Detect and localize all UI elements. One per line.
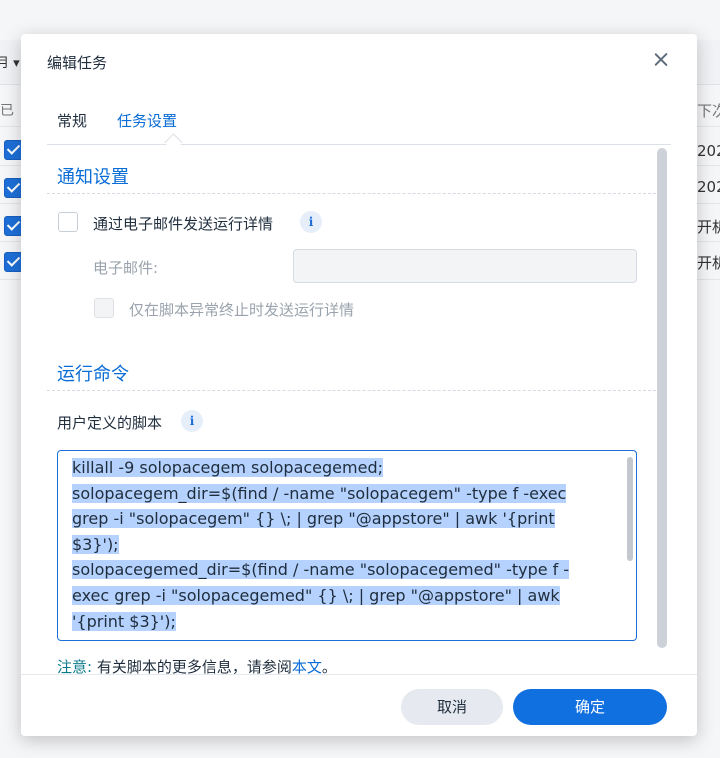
note-link[interactable]: 本文 [292,658,322,674]
script-line-text: killall -9 solopacegem solopacegemed; [72,458,383,477]
script-line: solopacegem_dir=$(find / -name "solopace… [72,481,602,507]
script-line: grep -i "solopacegem" {} \; | grep "@app… [72,506,602,532]
tab-bar: 常规 任务设置 [47,110,671,152]
section-divider [47,193,659,194]
background-right-value: 开机 [697,218,720,236]
script-line-text: '{print $3}'); [72,611,176,631]
script-scrollbar[interactable] [627,457,633,561]
script-content: killall -9 solopacegem solopacegemed; so… [72,455,602,634]
background-right-value: 2023 [697,178,720,196]
notification-section-title: 通知设置 [57,167,129,188]
dialog-title: 编辑任务 [47,54,108,72]
abnormal-only-label: 仅在脚本异常终止时发送运行详情 [129,301,355,319]
script-label: 用户定义的脚本 [57,414,163,432]
script-line-text: exec grep -i "solopacegemed" {} \; | gre… [72,585,560,605]
background-right-header: 下次运 [697,102,720,120]
script-textarea[interactable]: killall -9 solopacegem solopacegemed; so… [57,450,637,641]
section-divider [47,390,659,391]
info-icon[interactable]: i [300,211,322,233]
background-column-header: 已 [0,103,14,119]
note-text: 有关脚本的更多信息，请参阅 [92,658,292,674]
script-line-text: grep -i "solopacegem" {} \; | grep "@app… [72,509,555,529]
script-line: exec grep -i "solopacegemed" {} \; | gre… [72,583,602,609]
script-line: $3}'); [72,532,602,558]
script-line-text: solopacegem_dir=$(find / -name "solopace… [72,483,567,503]
send-email-checkbox[interactable] [58,212,78,232]
email-field[interactable] [293,249,637,283]
script-note: 注意: 有关脚本的更多信息，请参阅本文。 [57,656,337,674]
script-line: '{print $3}'); [72,609,602,635]
script-line-text: $3}'); [72,534,119,554]
background-right-value: 2023 [697,142,720,160]
edit-task-dialog: 编辑任务 常规 任务设置 通知设置 通过电子邮件发送运行详情 i 电子邮件: 仅… [21,34,697,736]
ok-button[interactable]: 确定 [513,689,667,725]
script-line: solopacegemed_dir=$(find / -name "solopa… [72,557,602,583]
background-right-value: 开机 [697,254,720,272]
script-line: killall -9 solopacegem solopacegemed; [72,455,602,481]
dialog-scrollbar[interactable] [657,148,667,648]
task-settings-panel: 通知设置 通过电子邮件发送运行详情 i 电子邮件: 仅在脚本异常终止时发送运行详… [47,146,659,674]
abnormal-only-checkbox[interactable] [94,298,114,318]
note-prefix: 注意: [57,658,93,674]
script-line-text: solopacegemed_dir=$(find / -name "solopa… [72,560,570,580]
run-command-section-title: 运行命令 [57,364,129,385]
note-suffix: 。 [321,658,337,674]
send-email-label: 通过电子邮件发送运行详情 [93,215,274,233]
close-icon[interactable] [649,48,673,72]
info-icon[interactable]: i [181,410,203,432]
cancel-button[interactable]: 取消 [401,689,503,725]
background-dropdown[interactable]: 月 ▾ [0,52,20,71]
tab-general[interactable]: 常规 [57,110,87,131]
tab-task-settings[interactable]: 任务设置 [117,110,177,131]
dialog-footer: 取消 确定 [21,674,697,737]
email-label: 电子邮件: [93,259,159,277]
